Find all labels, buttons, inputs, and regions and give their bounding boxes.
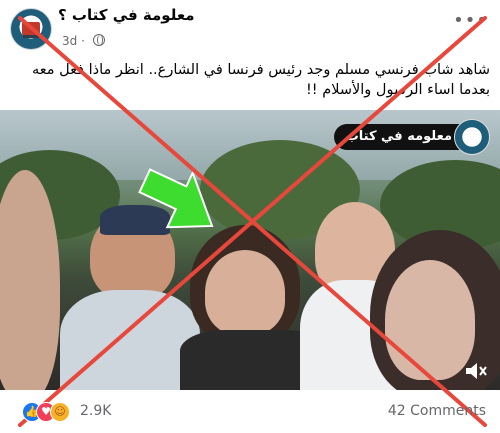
mute-icon[interactable] xyxy=(464,360,488,382)
globe-icon xyxy=(92,34,105,46)
video-person xyxy=(205,250,285,335)
page-avatar-icon[interactable] xyxy=(10,8,52,50)
caption-line-1: شاهد شاب فرنسي مسلم وجد رئيس فرنسا في ال… xyxy=(31,62,490,78)
video-player[interactable]: معلومه في كتاب xyxy=(0,110,500,390)
arrow-icon xyxy=(138,168,214,229)
post-time[interactable]: 3d xyxy=(62,34,77,48)
page-name[interactable]: معلومة في كتاب ؟ xyxy=(58,6,195,24)
video-watermark: معلومه في كتاب xyxy=(333,119,490,155)
more-icon[interactable]: ••• xyxy=(453,10,488,31)
watermark-logo-icon xyxy=(454,119,490,155)
video-person xyxy=(60,290,200,390)
post-header: معلومة في كتاب ؟ 3d · ••• xyxy=(0,0,500,58)
post-caption: شاهد شاب فرنسي مسلم وجد رئيس فرنسا في ال… xyxy=(12,60,490,100)
reaction-count[interactable]: 2.9K xyxy=(80,403,111,419)
watermark-text: معلومه في كتاب xyxy=(345,129,452,144)
post-footer: 👍 ♥ ☺ 2.9K 42 Comments xyxy=(0,393,500,433)
caption-line-2: بعدما اساء الرسول والأسلام !! xyxy=(305,82,490,98)
post-meta: 3d · xyxy=(62,34,105,48)
comments-link[interactable]: 42 Comments xyxy=(388,403,486,419)
video-person xyxy=(385,260,475,380)
care-icon: ☺ xyxy=(50,402,70,422)
